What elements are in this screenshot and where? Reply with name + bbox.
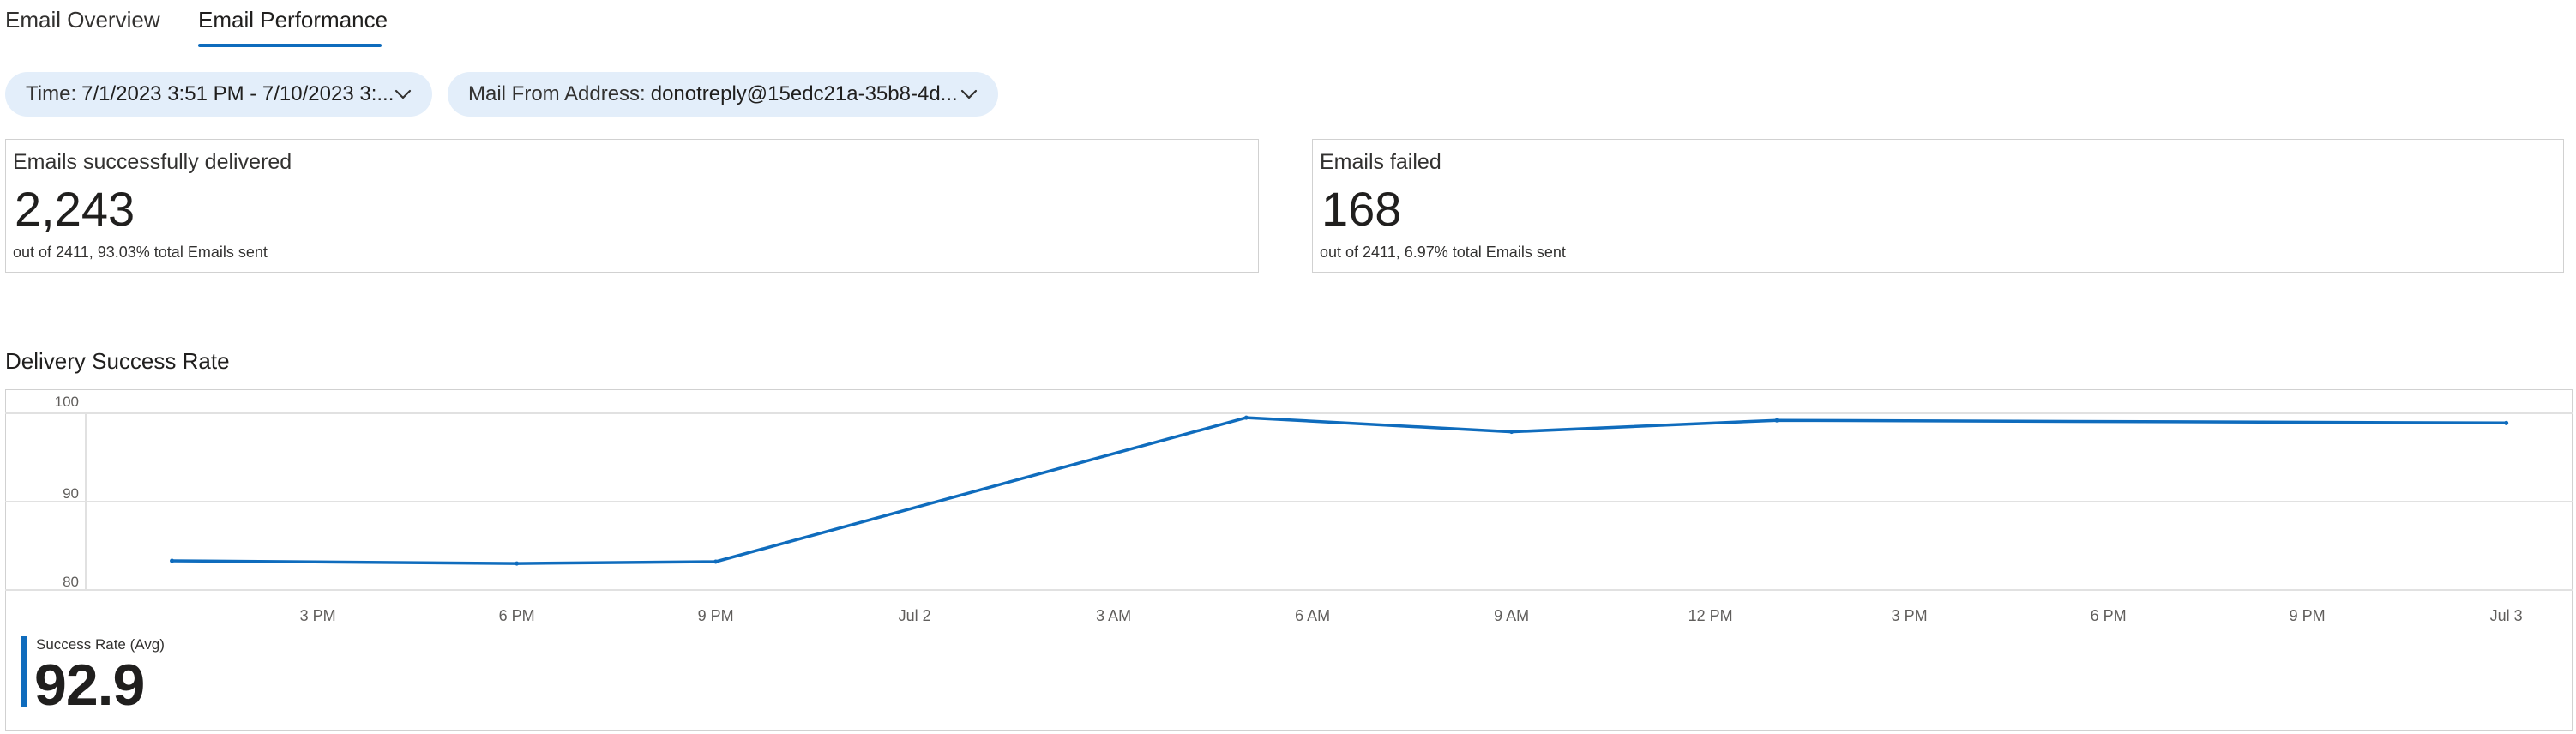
data-point	[1774, 418, 1779, 423]
success-rate-series-line	[170, 416, 2508, 565]
x-tick-label: 9 AM	[1494, 607, 1529, 624]
x-tick-label: Jul 2	[899, 607, 931, 624]
metric-label: Success Rate (Avg)	[36, 636, 165, 653]
data-point	[2504, 420, 2509, 425]
x-tick-label: 6 PM	[2091, 607, 2127, 624]
y-tick-label: 80	[63, 574, 79, 590]
metric-series-color-bar	[21, 636, 27, 707]
x-tick-label: 9 PM	[698, 607, 734, 624]
x-tick-label: 3 AM	[1096, 607, 1131, 624]
line-chart-svg: 100 90 80 3 PM 6 PM 9 PM Jul 2 3 AM 6 AM 9 AM 12 P…	[5, 394, 2573, 624]
data-point	[713, 559, 719, 564]
x-tick-label: 12 PM	[1688, 607, 1733, 624]
x-tick-label: 3 PM	[300, 607, 336, 624]
x-tick-label: 6 PM	[499, 607, 535, 624]
x-tick-label: 3 PM	[1892, 607, 1928, 624]
data-point	[1243, 415, 1249, 420]
data-point	[170, 558, 175, 563]
x-tick-label: 6 AM	[1295, 607, 1330, 624]
x-tick-label: Jul 3	[2490, 607, 2523, 624]
metric-value: 92.9	[34, 653, 145, 718]
data-point	[515, 561, 520, 566]
y-tick-label: 90	[63, 485, 79, 502]
y-tick-label: 100	[55, 394, 79, 410]
x-tick-label: 9 PM	[2290, 607, 2326, 624]
data-point	[1509, 430, 1514, 435]
